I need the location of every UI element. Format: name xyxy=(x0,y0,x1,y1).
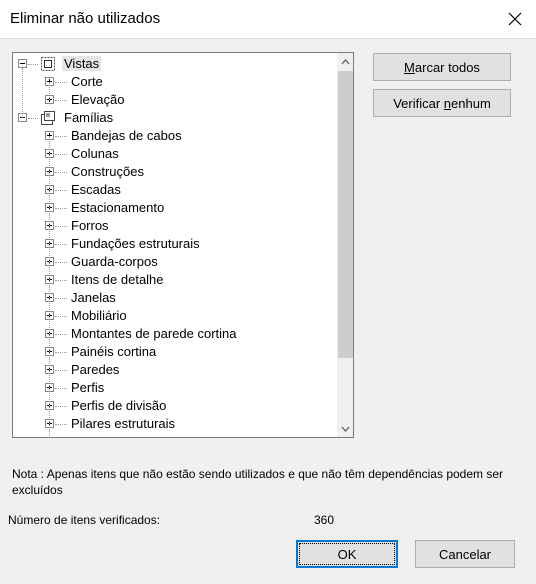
scroll-down-arrow-icon[interactable] xyxy=(337,420,353,437)
tree-item-label: Bandejas de cabos xyxy=(71,128,182,143)
tree-connector xyxy=(55,334,67,335)
tree-item-label: Perfis de divisão xyxy=(71,398,167,413)
tree-connector xyxy=(55,316,67,317)
check-none-button[interactable]: Verificar nenhum xyxy=(373,89,511,117)
tree-connector xyxy=(55,352,67,353)
tree-item-label: Fundações estruturais xyxy=(71,236,200,251)
purge-tree[interactable]: Vistas Corte Elevação Famílias Bandejas de c… xyxy=(12,52,354,438)
tree-item-label: Estacionamento xyxy=(71,200,165,215)
tree-item[interactable]: Painéis cortina xyxy=(13,343,343,361)
tree-item[interactable]: Guarda-corpos xyxy=(13,253,343,271)
tree-connector xyxy=(22,68,23,118)
tree-item-label: Janelas xyxy=(71,290,116,305)
tree-connector xyxy=(55,136,67,137)
tree-connector xyxy=(55,172,67,173)
tree-item-label: Painéis cortina xyxy=(71,344,157,359)
tree-item[interactable]: Colunas xyxy=(13,145,343,163)
tree-item-label: Elevação xyxy=(71,92,125,107)
tree-connector xyxy=(55,190,67,191)
tree-connector xyxy=(55,244,67,245)
tree-item[interactable]: Itens de detalhe xyxy=(13,271,343,289)
collapse-icon[interactable] xyxy=(18,59,27,68)
tree-item[interactable]: Montantes de parede cortina xyxy=(13,325,343,343)
tree-item[interactable]: Janelas xyxy=(13,289,343,307)
tree-connector xyxy=(55,424,67,425)
tree-connector xyxy=(55,280,67,281)
mark-all-mnemonic: M xyxy=(404,59,415,75)
tree-connector xyxy=(55,226,67,227)
check-none-label-start: Verificar xyxy=(393,95,444,111)
mark-all-label-rest: arcar todos xyxy=(414,59,480,75)
cancel-button[interactable]: Cancelar xyxy=(415,540,515,568)
tree-item[interactable]: Estacionamento xyxy=(13,199,343,217)
tree-item[interactable]: Pilares estruturais xyxy=(13,415,343,433)
tree-item-label: Perfis xyxy=(71,380,105,395)
views-icon xyxy=(40,56,56,72)
tree-connector xyxy=(55,100,67,101)
tree-item[interactable]: Mobiliário xyxy=(13,307,343,325)
tree-connector xyxy=(55,82,67,83)
tree-item-label: Famílias xyxy=(64,110,114,125)
tree-item-label: Pilares estruturais xyxy=(71,416,176,431)
tree-item-label: Paredes xyxy=(71,362,120,377)
tree-item[interactable]: Construções xyxy=(13,163,343,181)
tree-item[interactable]: Forros xyxy=(13,217,343,235)
tree-item[interactable]: Perfis xyxy=(13,379,343,397)
tree-item-label: Guarda-corpos xyxy=(71,254,158,269)
tree-item[interactable]: Famílias xyxy=(13,109,343,127)
checked-count-value: 360 xyxy=(314,513,335,527)
cancel-label: Cancelar xyxy=(438,546,492,562)
checked-count-label: Número de itens verificados: xyxy=(8,513,161,527)
scrollbar-thumb[interactable] xyxy=(338,71,353,358)
tree-item-label: Colunas xyxy=(71,146,119,161)
tree-item[interactable]: Elevação xyxy=(13,91,343,109)
tree-item[interactable]: Escadas xyxy=(13,181,343,199)
tree-item[interactable]: Corte xyxy=(13,73,343,91)
tree-item[interactable]: Vistas xyxy=(13,55,343,73)
ok-label: OK xyxy=(337,546,357,562)
tree-item-label: Itens de detalhe xyxy=(71,272,164,287)
tree-item-label: Escadas xyxy=(71,182,121,197)
tree-connector xyxy=(28,118,38,119)
ok-button[interactable]: OK xyxy=(296,540,398,568)
tree-item-label: Corte xyxy=(71,74,103,89)
tree-connector xyxy=(55,154,67,155)
tree-item-label: Vistas xyxy=(62,56,102,71)
tree-item-label: Construções xyxy=(71,164,144,179)
check-none-label-rest: enhum xyxy=(451,95,491,111)
tree-connector xyxy=(49,136,50,437)
mark-all-label: Marcar todos xyxy=(404,60,480,75)
tree-connector xyxy=(55,298,67,299)
mark-all-button[interactable]: Marcar todos xyxy=(373,53,511,81)
tree-connector xyxy=(55,388,67,389)
note-text: Nota : Apenas itens que não estão sendo … xyxy=(12,467,504,497)
tree-connector xyxy=(55,208,67,209)
tree-connector xyxy=(55,406,67,407)
check-none-mnemonic: n xyxy=(443,95,452,111)
tree-item[interactable]: Fundações estruturais xyxy=(13,235,343,253)
title-bar: Eliminar não utilizados xyxy=(0,0,536,39)
tree-item-label: Forros xyxy=(71,218,109,233)
tree-item[interactable]: Bandejas de cabos xyxy=(13,127,343,145)
tree-item[interactable]: Perfis de divisão xyxy=(13,397,343,415)
tree-connector xyxy=(55,262,67,263)
tree-item[interactable]: Paredes xyxy=(13,361,343,379)
tree-connector xyxy=(49,82,50,100)
scroll-up-arrow-icon[interactable] xyxy=(337,53,353,70)
window-title: Eliminar não utilizados xyxy=(10,10,161,27)
check-none-label: Verificar nenhum xyxy=(393,96,491,111)
tree-item-label: Mobiliário xyxy=(71,308,127,323)
tree-connector xyxy=(28,64,38,65)
families-icon xyxy=(40,110,56,126)
tree-item-label: Montantes de parede cortina xyxy=(71,326,237,341)
close-icon[interactable] xyxy=(500,4,530,34)
tree-connector xyxy=(55,370,67,371)
vertical-scrollbar[interactable] xyxy=(337,53,353,437)
